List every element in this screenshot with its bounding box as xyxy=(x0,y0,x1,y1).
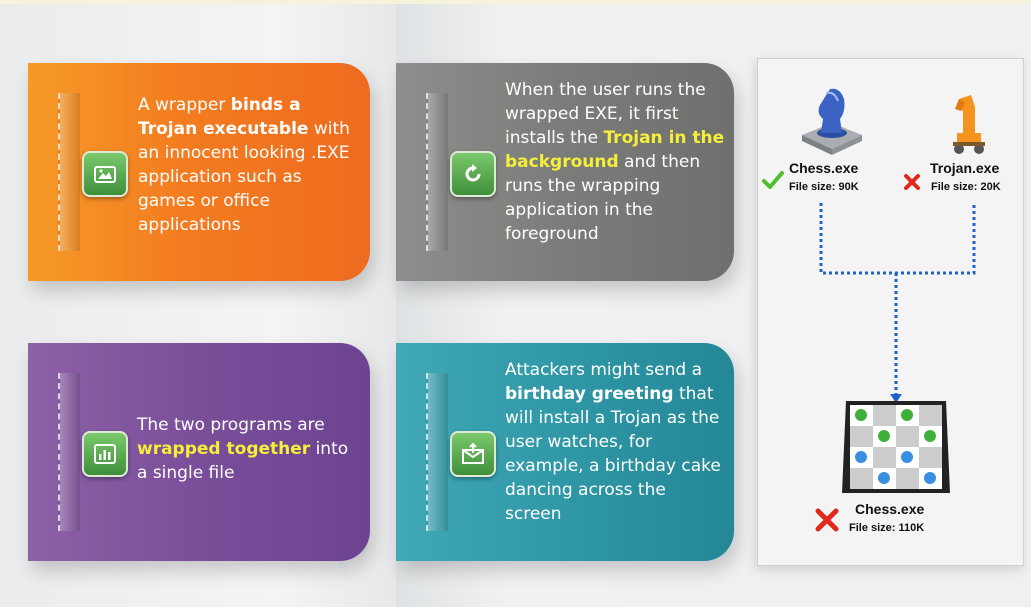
ribbon-fold xyxy=(426,93,448,251)
body-text: Attackers might send a xyxy=(505,360,702,380)
emphasis-text: birthday greeting xyxy=(505,384,674,404)
card-2-text: When the user runs the wrapped EXE, it f… xyxy=(505,78,727,246)
checkerboard-icon xyxy=(842,401,950,493)
x-icon xyxy=(904,174,920,190)
check-icon xyxy=(762,171,784,189)
chart-icon xyxy=(82,431,128,477)
ribbon-fold xyxy=(426,373,448,531)
ribbon-fold xyxy=(58,373,80,531)
x-icon xyxy=(815,508,839,532)
wrapper-diagram-panel: Chess.exe File size: 90K Trojan.exe File… xyxy=(757,58,1024,566)
trojan-file-size: File size: 20K xyxy=(931,181,1001,193)
card-4-text: Attackers might send a birthday greeting… xyxy=(505,358,727,526)
chess-knight-icon xyxy=(802,88,862,155)
chess-file-name: Chess.exe xyxy=(789,160,859,176)
mail-icon xyxy=(450,431,496,477)
body-text: A wrapper xyxy=(138,95,231,115)
card-3-text: The two programs are wrapped together in… xyxy=(137,413,362,485)
chess-file-size: File size: 90K xyxy=(789,181,859,193)
ribbon-fold xyxy=(58,93,80,251)
card-1-text: A wrapper binds a Trojan executable with… xyxy=(138,93,363,237)
result-file-size: File size: 110K xyxy=(849,522,925,534)
image-folder-icon xyxy=(82,151,128,197)
refresh-icon xyxy=(450,151,496,197)
body-text: that will install a Trojan as the user w… xyxy=(505,384,721,524)
highlight-text: wrapped together xyxy=(137,439,311,459)
trojan-horse-icon xyxy=(953,95,985,154)
result-file-name: Chess.exe xyxy=(855,501,925,517)
body-text: The two programs are xyxy=(137,415,325,435)
merge-connector xyxy=(819,203,976,403)
trojan-file-name: Trojan.exe xyxy=(930,160,1000,176)
